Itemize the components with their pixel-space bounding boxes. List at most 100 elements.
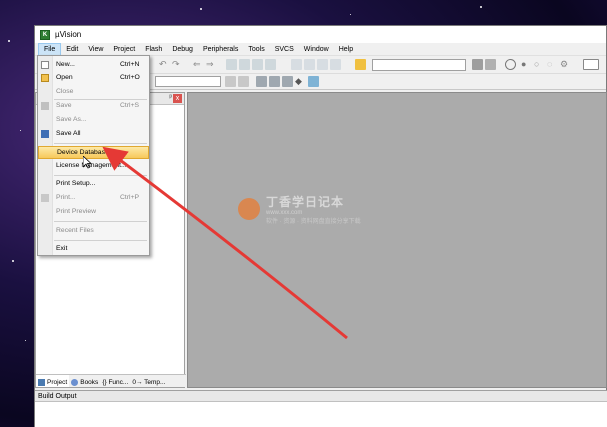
menu-item-close[interactable]: Close [38,86,149,98]
tab-functions-label: {} Func... [102,378,129,386]
star [20,130,21,131]
tab-project-label: Project [47,378,68,386]
menu-separator [54,240,147,241]
menu-edit[interactable]: Edit [61,43,83,56]
find-in-files-icon[interactable] [355,59,366,70]
uvision-app-icon: K [40,29,50,40]
settings-icon[interactable]: ⚙ [560,59,571,70]
tab-templates-label: 0→ Temp... [132,378,166,386]
file-menu-dropdown: New... Ctrl+N Open Ctrl+O Close Save Ctr… [37,55,150,256]
window-layout-icon[interactable] [583,59,599,70]
menu-debug[interactable]: Debug [167,43,198,56]
close-icon[interactable]: x [173,94,182,103]
menu-item-shortcut: Ctrl+O [120,74,140,81]
window-title: µVision [55,30,82,39]
nav-forward-icon[interactable]: ⇒ [206,59,217,70]
select-packs-icon[interactable] [269,76,280,87]
menu-flash[interactable]: Flash [140,43,167,56]
nav-back-icon[interactable]: ⇐ [193,59,204,70]
title-bar: K µVision [35,26,606,43]
undo-icon[interactable]: ↶ [159,59,170,70]
menu-item-label: Exit [56,245,68,252]
watermark-title: 丁香学日记本 [266,195,345,209]
menu-item-recent-files[interactable]: Recent Files [38,225,149,237]
books-icon [71,378,79,386]
editor-area: 丁香学日记本 www.xxx.com 软件 · 资源 · 资料网盘直接分享下载 [187,92,607,388]
bookmark-next-icon[interactable] [252,59,263,70]
pin-icon[interactable]: ᵖ [169,94,172,101]
menu-item-shortcut: Ctrl+N [120,61,140,68]
menu-item-label: Open [56,74,73,81]
find-combo[interactable] [372,59,466,71]
menu-item-label: New... [56,61,75,68]
star [350,14,351,15]
tab-books-label: Books [80,378,99,386]
menu-item-label: Recent Files [56,227,94,234]
build-output-panel: Build Output [35,390,607,427]
menu-project[interactable]: Project [108,43,140,56]
print-icon [41,194,49,202]
menu-item-exit[interactable]: Exit [38,243,149,255]
target-settings-icon[interactable] [238,76,249,87]
bookmark-clear-icon[interactable] [265,59,276,70]
menu-item-shortcut: Ctrl+P [120,194,140,201]
menu-separator [54,143,147,144]
mouse-cursor-icon [83,156,92,169]
tab-templates[interactable]: 0→ Temp... [130,375,167,387]
menu-tools[interactable]: Tools [243,43,269,56]
menu-separator [54,221,147,222]
project-icon [38,378,45,386]
project-panel-tabs: Project Books {} Func... 0→ Temp... [36,374,186,387]
menu-item-label: Print Preview [56,208,97,215]
menu-window[interactable]: Window [299,43,334,56]
menu-item-print-preview[interactable]: Print Preview [38,206,149,218]
menu-item-label: Print... [56,194,76,201]
target-combo[interactable] [155,76,221,87]
menu-item-shortcut: Ctrl+S [120,102,140,109]
find-icon[interactable] [472,59,483,70]
menu-peripherals[interactable]: Peripherals [198,43,243,56]
save-all-icon [41,130,49,138]
menu-item-open[interactable]: Open Ctrl+O [38,72,149,84]
new-file-icon [41,61,49,69]
diamond-icon[interactable]: ◆ [295,76,306,87]
star [25,340,26,341]
incremental-find-icon[interactable] [485,59,496,70]
tab-books[interactable]: Books [69,375,100,387]
menu-item-print-setup[interactable]: Print Setup... [38,178,149,190]
tab-functions[interactable]: {} Func... [100,375,130,387]
pack-installer-icon[interactable] [282,76,293,87]
uncomment-icon[interactable] [330,59,341,70]
redo-icon[interactable]: ↷ [172,59,183,70]
comment-icon[interactable] [317,59,328,70]
open-folder-icon [41,74,49,82]
menu-item-license-management[interactable]: License Management... [38,160,149,172]
menu-file[interactable]: File [38,42,62,56]
target-options-icon[interactable] [225,76,236,87]
menu-item-save-as[interactable]: Save As... [38,114,149,126]
menu-item-save-all[interactable]: Save All [38,128,149,140]
bookmark-icon[interactable] [226,59,237,70]
unindent-icon[interactable] [304,59,315,70]
menu-item-save[interactable]: Save Ctrl+S [38,100,149,112]
menu-item-device-database[interactable]: Device Database... [38,146,149,159]
bookmark-prev-icon[interactable] [239,59,250,70]
menu-item-print[interactable]: Print... Ctrl+P [38,192,149,204]
menu-item-label: Close [56,88,74,95]
zoom-icon[interactable] [505,59,516,70]
multi-project-icon[interactable] [308,76,319,87]
menu-view[interactable]: View [83,43,108,56]
menu-help[interactable]: Help [334,43,358,56]
star [200,8,202,10]
menu-item-label: Save All [56,130,81,137]
breakpoint-disable-icon[interactable]: ◌ [547,59,558,70]
menu-svcs[interactable]: SVCS [270,43,299,56]
tab-project[interactable]: Project [36,375,70,387]
indent-icon[interactable] [291,59,302,70]
watermark-logo [238,198,260,220]
debug-start-icon[interactable]: ● [521,59,532,70]
manage-components-icon[interactable] [256,76,267,87]
menu-separator [54,175,147,176]
menu-item-new[interactable]: New... Ctrl+N [38,59,149,71]
breakpoint-icon[interactable]: ○ [534,59,545,70]
